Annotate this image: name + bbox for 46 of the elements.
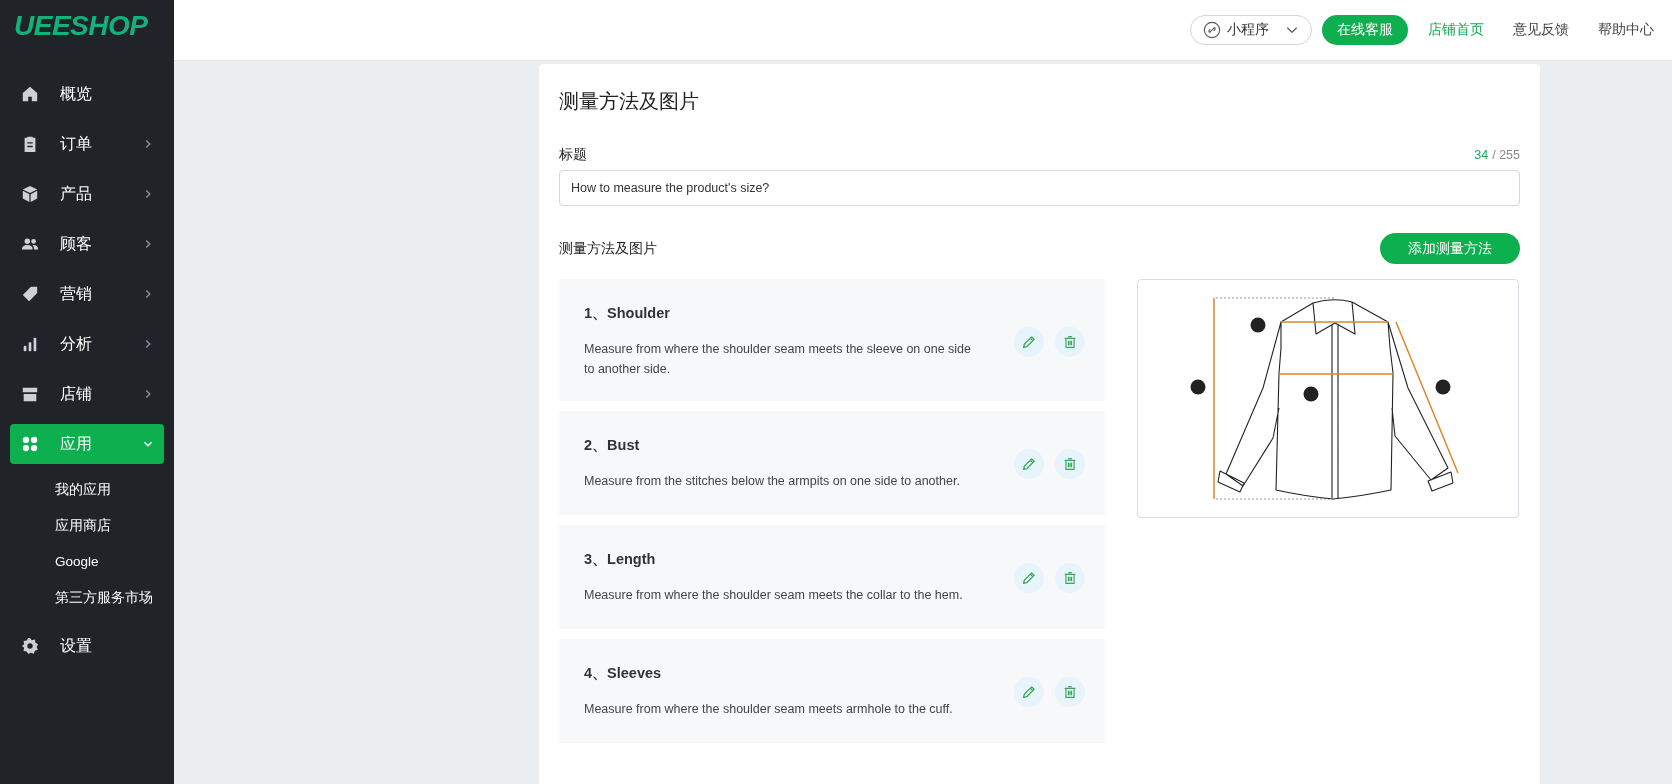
edit-button[interactable] (1014, 562, 1044, 593)
delete-button[interactable] (1055, 448, 1085, 479)
submenu-item[interactable]: 应用商店 (55, 508, 111, 544)
delete-button[interactable] (1055, 562, 1085, 593)
edit-button[interactable] (1014, 448, 1044, 479)
character-count: 34 (1474, 148, 1489, 162)
box-icon (21, 185, 39, 203)
nav-item[interactable]: 概览 (10, 74, 164, 114)
edit-button[interactable] (1014, 676, 1044, 707)
tag-icon (21, 285, 39, 303)
apps-icon (21, 435, 39, 453)
card-title: 测量方法及图片 (559, 89, 700, 114)
character-limit: / 255 (1492, 148, 1520, 162)
method-name: 2、Bust (584, 436, 641, 455)
nav-item[interactable]: 营销 (10, 274, 164, 314)
delete-button[interactable] (1055, 676, 1085, 707)
method-description: Measure from where the shoulder seam meets the sleeve on one side to another side. (584, 341, 972, 378)
title-input-field[interactable]: How to measure the product's size? (559, 170, 1520, 206)
nav-item[interactable]: 分析 (10, 324, 164, 364)
edit-button[interactable] (1014, 326, 1044, 357)
submenu-item[interactable]: 第三方服务市场 (55, 580, 153, 616)
mini-program-dropdown[interactable]: 小程序 (1190, 15, 1312, 45)
nav-item[interactable]: 顾客 (10, 224, 164, 264)
section-label: 测量方法及图片 (559, 239, 657, 258)
method-description: Measure from the stitches below the armpits on one side to another. (584, 473, 961, 490)
link-icon (1203, 21, 1221, 39)
bars-icon (21, 335, 39, 353)
home-icon (21, 85, 39, 103)
nav-item[interactable]: 设置 (10, 626, 164, 666)
delete-button[interactable] (1055, 326, 1085, 357)
field-label: 标题 (559, 146, 587, 164)
top-link[interactable]: 意见反馈 (1513, 21, 1569, 39)
nav-item[interactable]: 产品 (10, 174, 164, 214)
settings-icon (21, 637, 39, 655)
method-name: 3、Length (584, 550, 657, 569)
submenu-item[interactable]: Google (55, 544, 99, 580)
top-link[interactable]: 帮助中心 (1598, 21, 1654, 39)
method-description: Measure from where the shoulder seam meets the collar to the hem. (584, 587, 964, 604)
logo[interactable]: UEESHOP (0, 0, 148, 60)
nav-item[interactable]: 店铺 (10, 374, 164, 414)
method-description: Measure from where the shoulder seam meets armhole to the cuff. (584, 701, 954, 718)
submenu-item[interactable]: 我的应用 (55, 472, 111, 508)
method-name: 1、Shoulder (584, 304, 671, 323)
nav-item[interactable]: 订单 (10, 124, 164, 164)
method-name: 4、Sleeves (584, 664, 663, 683)
store-icon (21, 385, 39, 403)
